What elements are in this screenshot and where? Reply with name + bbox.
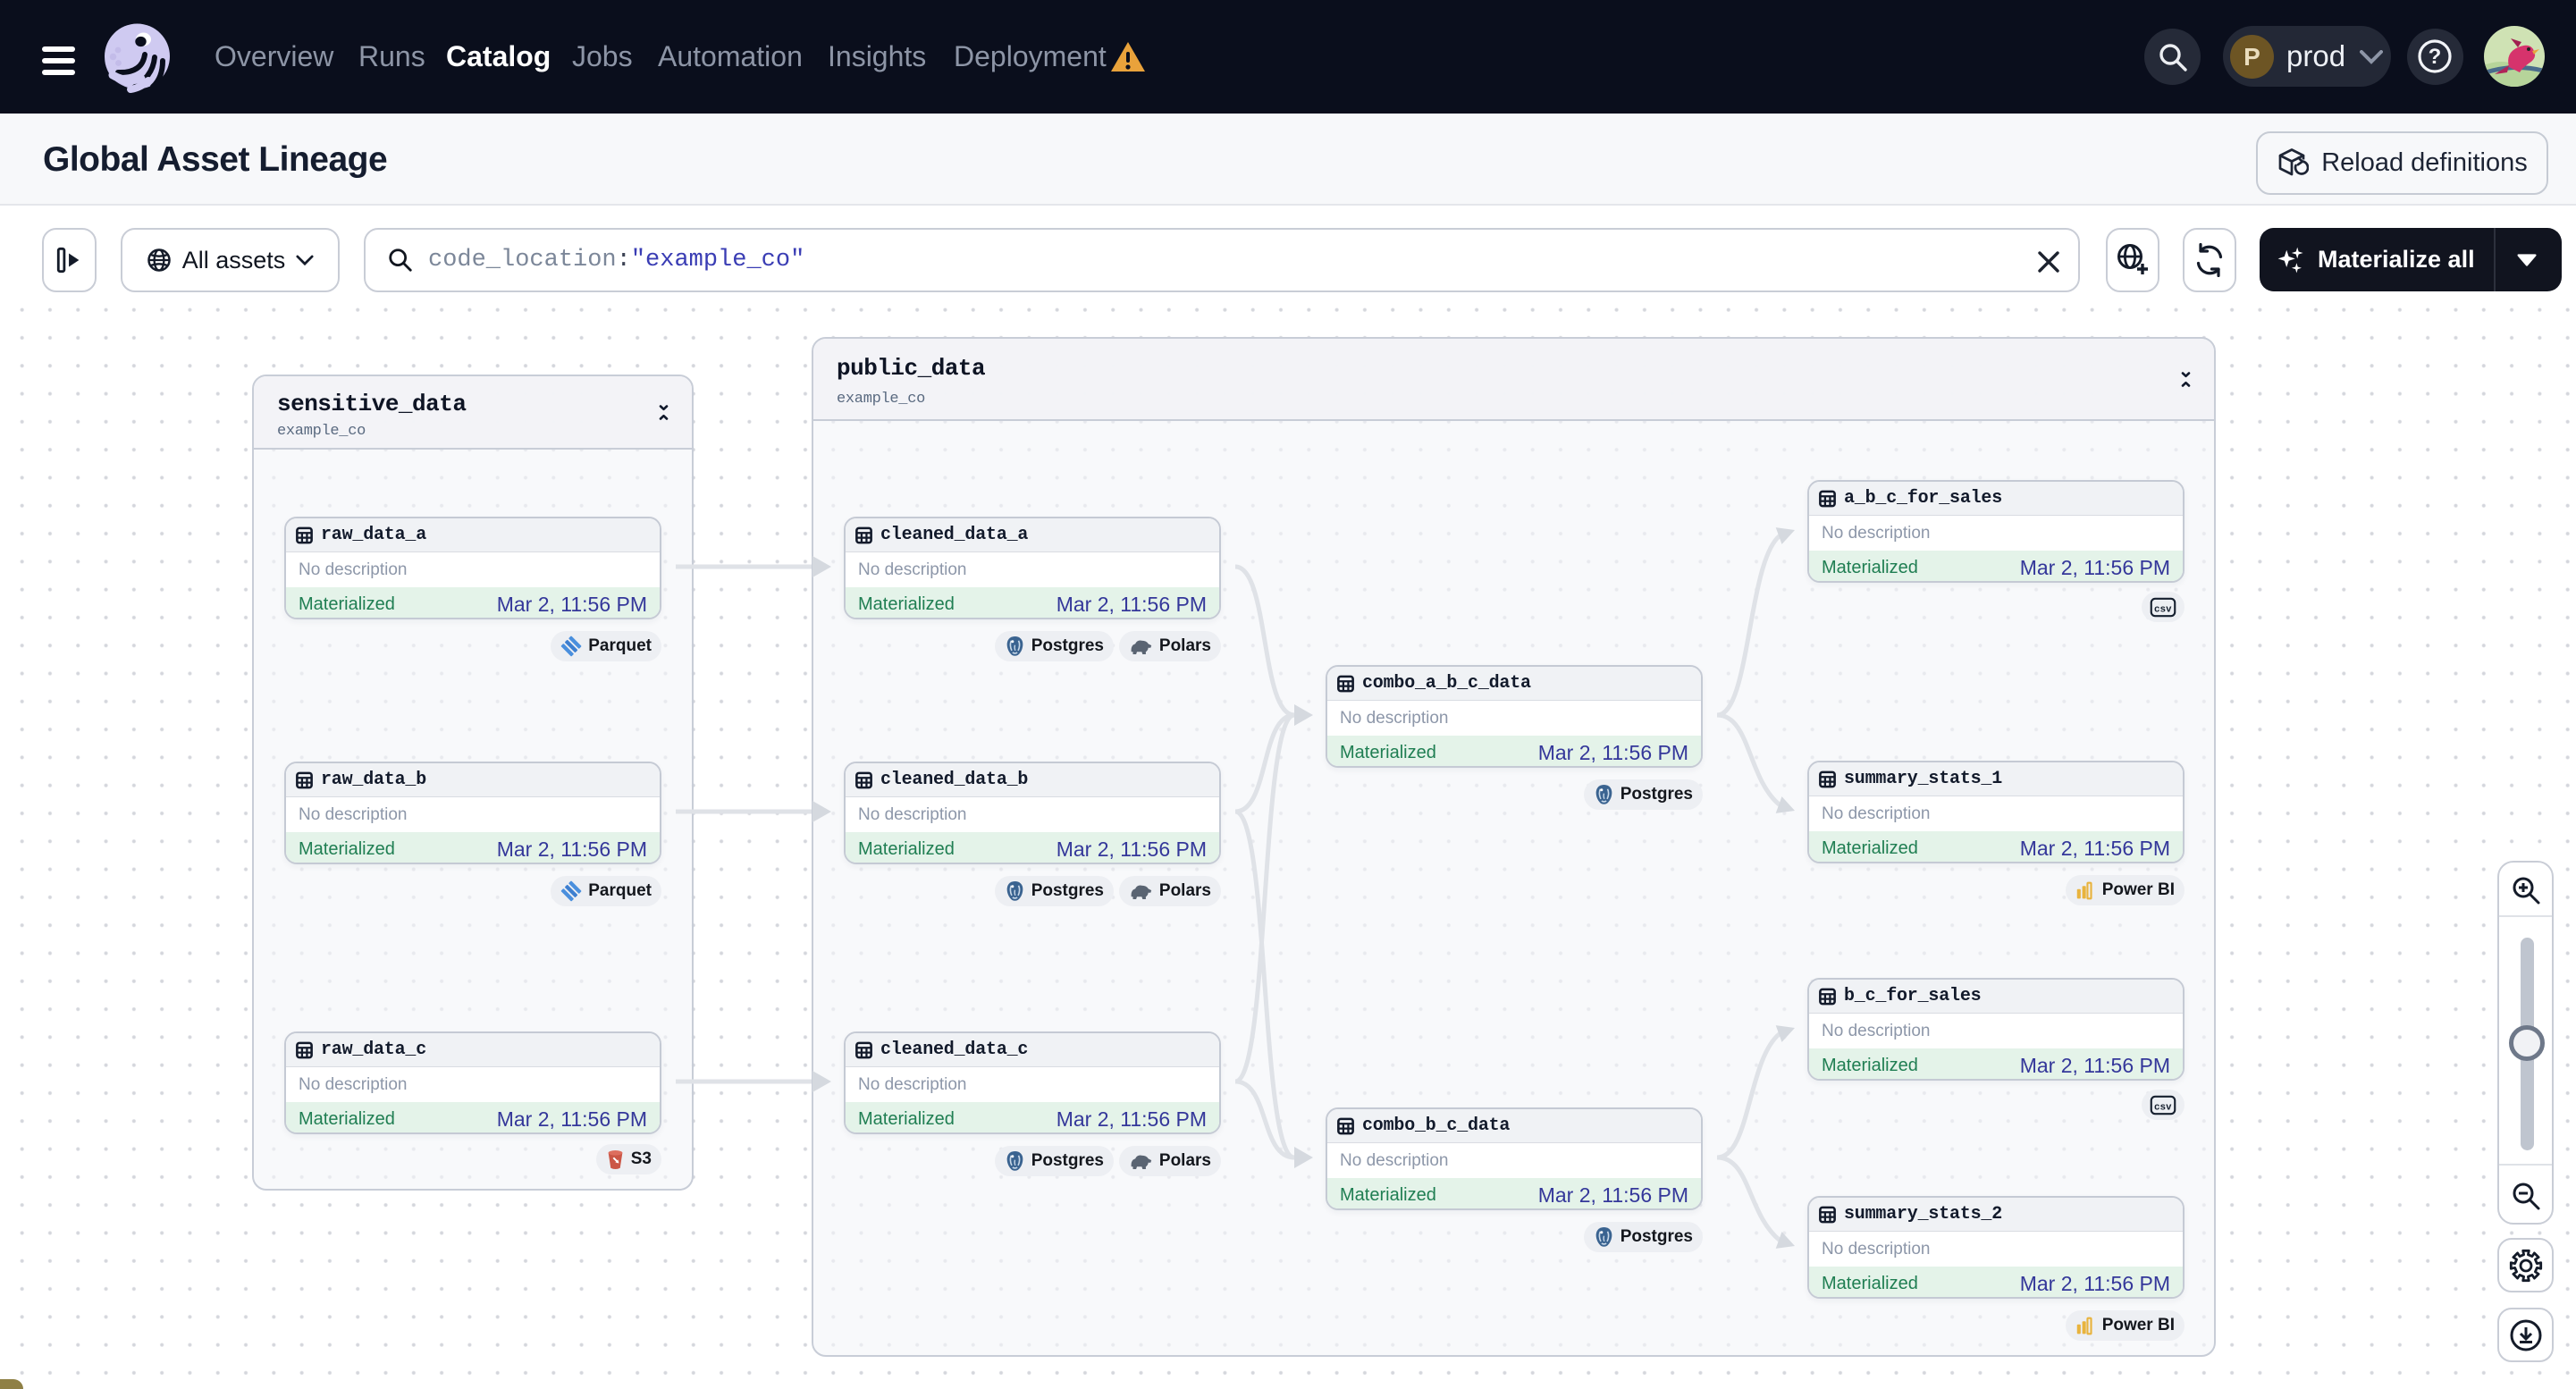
svg-text:csv: csv (2154, 603, 2172, 614)
svg-text:csv: csv (2154, 1101, 2172, 1112)
